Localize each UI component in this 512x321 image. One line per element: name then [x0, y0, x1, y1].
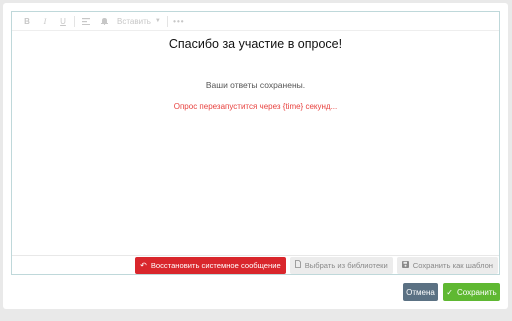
bell-icon[interactable] — [95, 13, 113, 30]
save-label: Сохранить — [456, 287, 497, 297]
editor-actions-bar: ↶ Восстановить системное сообщение Выбра… — [12, 255, 499, 274]
editor-toolbar: B I U Вставить ▼ ••• — [12, 12, 499, 31]
message-editor[interactable]: B I U Вставить ▼ ••• Спасибо за участие … — [11, 11, 500, 275]
message-title: Спасибо за участие в опросе! — [168, 37, 343, 51]
more-icon[interactable]: ••• — [170, 17, 188, 26]
choose-from-library-button[interactable]: Выбрать из библиотеки — [289, 256, 393, 274]
toolbar-divider — [74, 15, 75, 27]
saved-text: Ваши ответы сохранены. — [205, 80, 306, 90]
cancel-button[interactable]: Отмена — [403, 283, 438, 301]
template-label: Сохранить как шаблон — [412, 260, 493, 270]
bold-icon[interactable]: B — [18, 13, 36, 30]
file-icon — [294, 260, 301, 270]
toolbar-divider — [166, 15, 168, 27]
restart-text: Опрос перезапустится через {time} секунд… — [173, 102, 338, 111]
save-button[interactable]: ✓ Сохранить — [443, 283, 500, 301]
library-label: Выбрать из библиотеки — [304, 260, 388, 270]
insert-label: Вставить — [117, 16, 151, 26]
dialog-panel: B I U Вставить ▼ ••• Спасибо за участие … — [3, 3, 508, 309]
insert-dropdown[interactable]: Вставить ▼ — [113, 17, 165, 26]
restore-system-message-button[interactable]: ↶ Восстановить системное сообщение — [135, 256, 286, 274]
save-as-template-button[interactable]: Сохранить как шаблон — [396, 256, 498, 274]
italic-icon[interactable]: I — [36, 13, 54, 30]
floppy-disk-icon — [401, 260, 409, 270]
restore-label: Восстановить системное сообщение — [150, 260, 281, 270]
underline-icon[interactable]: U — [54, 13, 72, 30]
editor-content[interactable]: Спасибо за участие в опросе! Ваши ответы… — [12, 32, 499, 111]
align-icon[interactable] — [77, 13, 95, 30]
caret-down-icon: ▼ — [154, 18, 161, 24]
undo-icon: ↶ — [140, 260, 147, 270]
check-icon: ✓ — [446, 287, 453, 297]
